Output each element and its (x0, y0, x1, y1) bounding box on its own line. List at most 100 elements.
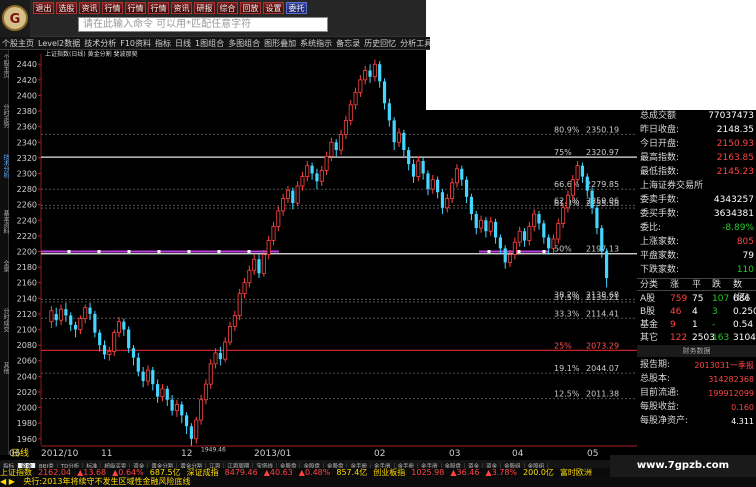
candle-body (561, 207, 566, 224)
candle-body (54, 313, 58, 321)
menu-item-9[interactable]: 系统指示 (300, 37, 332, 49)
toolbar-button-11[interactable]: 委托 (286, 2, 307, 14)
info-value: 79 (742, 251, 754, 261)
y-tick-label: 2080 (17, 341, 37, 350)
finance-label: 每股净资产: (640, 416, 689, 426)
menu-item-0[interactable]: 个股主页 (2, 37, 34, 49)
kline-chart[interactable]: 2440 2420 2400 2380 2360 2340 2320 2300 2280 2260… (9, 50, 637, 460)
table-cell: 1 (692, 320, 698, 330)
menu-item-6[interactable]: 1图组合 (195, 37, 224, 49)
menu-item-11[interactable]: 历史回忆 (364, 37, 396, 49)
y-tick-label: 2020 (17, 388, 37, 397)
menu-item-8[interactable]: 图形叠加 (264, 37, 296, 49)
table-cell: 75 (692, 294, 704, 304)
info-label: 昨日收盘: (640, 125, 680, 135)
candle-body (300, 176, 305, 187)
app-logo: G (0, 0, 30, 37)
finance-title[interactable]: 财务数据 (637, 345, 756, 357)
candle-body (436, 179, 440, 193)
info-label: 平盘家数: (640, 251, 680, 261)
candle-body (136, 357, 140, 372)
fib-level-value: 2320.97 (586, 148, 619, 157)
toolbar-button-7[interactable]: 研报 (194, 2, 215, 14)
sidebar-item-2[interactable]: 技术分析 (0, 154, 9, 178)
menu-item-4[interactable]: 指标 (155, 37, 171, 49)
purple-marker-node (247, 250, 251, 253)
candle-body (396, 132, 401, 143)
candle-body (416, 160, 421, 177)
toolbar-button-3[interactable]: 行情 (102, 2, 123, 14)
news-bar[interactable]: ◀ ▶ 央行:2013年将续守不发生区域性金融风险底线 (0, 477, 756, 487)
candle-body (537, 214, 541, 224)
candle-body (127, 329, 131, 349)
toolbar-button-4[interactable]: 行情 (125, 2, 146, 14)
candle-body (402, 132, 406, 151)
candle-body (378, 64, 382, 82)
candle-body (237, 293, 242, 316)
toolbar-button-9[interactable]: 回放 (240, 2, 261, 14)
candle-body (199, 399, 204, 421)
menu-item-5[interactable]: 日线 (175, 37, 191, 49)
candle-body (580, 165, 585, 177)
candle-body (49, 310, 54, 323)
command-input[interactable]: 请在此输入命令 可以用*匹配任意字符 (78, 17, 328, 32)
menu-item-10[interactable]: 备忘录 (336, 37, 360, 49)
toolbar-button-5[interactable]: 行情 (148, 2, 169, 14)
candle-body (271, 226, 276, 241)
candle-body (242, 282, 247, 295)
candle-body (464, 179, 469, 197)
x-axis-label: 11 (101, 449, 112, 459)
menu-item-1[interactable]: Level2数据 (38, 37, 80, 49)
toolbar-button-0[interactable]: 退出 (33, 2, 54, 14)
candle-body (174, 404, 179, 412)
info-value: 77037473 (708, 111, 754, 121)
toolbar-button-8[interactable]: 综合 (217, 2, 238, 14)
table-cell: 107 (712, 294, 730, 304)
candle-body (454, 168, 459, 184)
menu-item-3[interactable]: F10资料 (120, 37, 151, 49)
candle-body (247, 269, 252, 284)
x-axis-label: 12 (181, 449, 192, 459)
sidebar-item-1[interactable]: 分时走势 (0, 104, 9, 128)
y-tick-label: 2320 (17, 154, 37, 163)
menu-item-7[interactable]: 多图组合 (228, 37, 260, 49)
candle-body (585, 176, 589, 191)
candle-body (440, 192, 445, 208)
candle-body (517, 230, 522, 243)
info-row: 今日开盘: 2150.93 (640, 138, 754, 151)
toolbar-button-2[interactable]: 资讯 (79, 2, 100, 14)
sidebar-item-3[interactable]: 基本资料 (0, 210, 9, 234)
candle-body (382, 81, 387, 104)
toolbar-button-10[interactable]: 设置 (263, 2, 284, 14)
candle-body (107, 350, 112, 355)
menu-item-2[interactable]: 技术分析 (84, 37, 116, 49)
sidebar: 个股主页分时走势技术分析基本资料全景分时成交其他 (0, 50, 9, 455)
menu-item-12[interactable]: 分析工具 (400, 37, 430, 49)
purple-marker-node (97, 250, 101, 253)
finance-value: 314282368 (708, 375, 754, 384)
table-cell: - (712, 320, 716, 330)
candle-body (218, 352, 222, 360)
candle-body (208, 363, 213, 385)
toolbar-button-6[interactable]: 资讯 (171, 2, 192, 14)
sidebar-item-6[interactable]: 其他 (0, 362, 9, 374)
info-label: 上海证券交易所 (640, 181, 704, 191)
y-tick-label: 2280 (17, 185, 37, 194)
info-label: 委买手数: (640, 209, 680, 219)
toolbar-button-1[interactable]: 选股 (56, 2, 77, 14)
candle-body (339, 134, 344, 151)
table-cell: B股 (640, 307, 656, 317)
info-row: 最高指数: 2163.85 (640, 152, 754, 165)
candle-body (276, 210, 281, 227)
sidebar-item-5[interactable]: 分时成交 (0, 308, 9, 332)
sidebar-item-4[interactable]: 全景 (0, 260, 9, 272)
candle-body (319, 169, 324, 182)
table-row: A股 759 75 107 686 (637, 293, 756, 306)
y-tick-label: 2000 (17, 404, 37, 413)
candle-body (363, 70, 368, 81)
candle-body (503, 248, 507, 263)
finance-label: 总股本: (640, 374, 671, 384)
candle-body (64, 309, 68, 316)
sidebar-item-0[interactable]: 个股主页 (0, 54, 9, 78)
candle-body (575, 165, 580, 181)
